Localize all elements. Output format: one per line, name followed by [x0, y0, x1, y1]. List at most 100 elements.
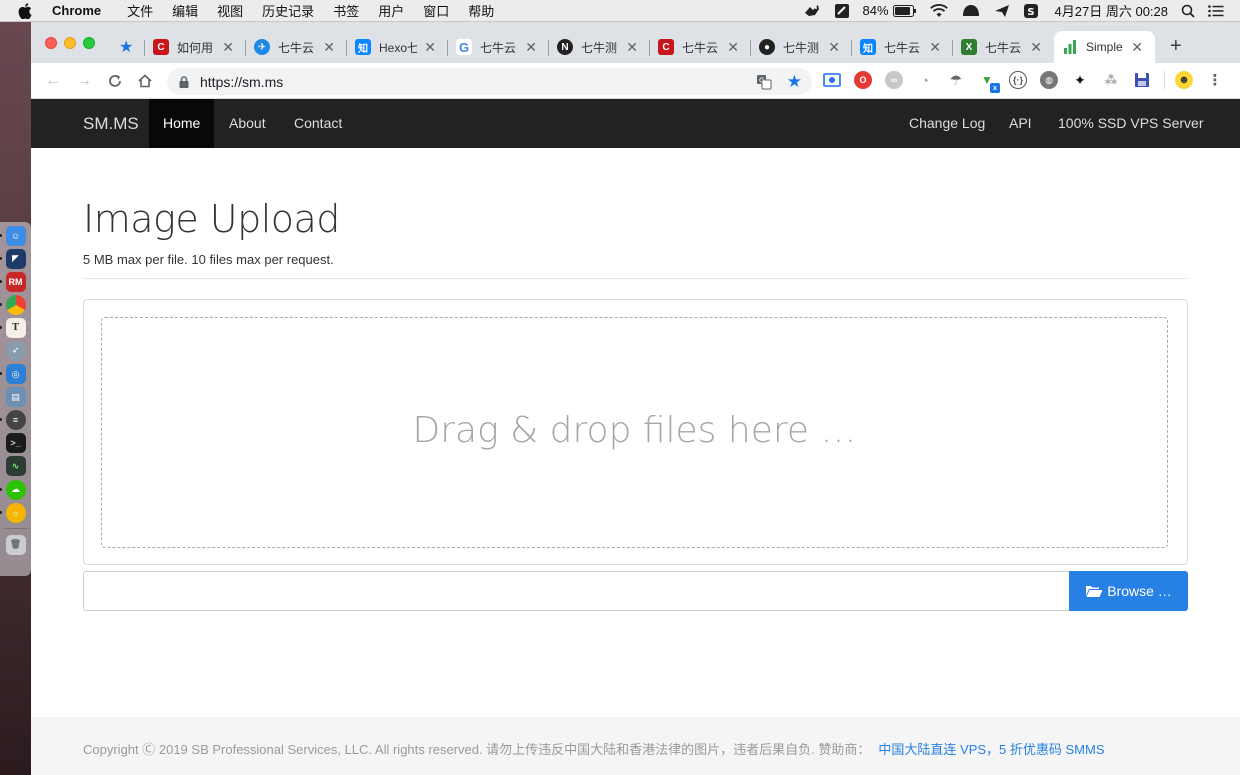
speed-extension-icon[interactable]: ◔	[916, 71, 934, 89]
launchpad-dock-icon[interactable]: ➶	[5, 340, 26, 361]
nav-contact[interactable]: Contact	[280, 99, 356, 148]
close-tab-icon[interactable]: ✕	[1030, 40, 1042, 54]
notification-center-icon[interactable]	[1208, 4, 1224, 17]
tab-google[interactable]: G 七牛云 ✕	[448, 31, 549, 63]
reload-icon[interactable]	[106, 72, 124, 90]
translate-icon[interactable]: G	[756, 74, 772, 93]
kiwi-extension-icon[interactable]: ✦	[1071, 71, 1089, 89]
svg-text:S: S	[1027, 7, 1034, 18]
tunnelblick-dock-icon[interactable]: ≡	[0, 410, 26, 431]
url-text[interactable]: https://sm.ms	[200, 74, 283, 90]
nav-home[interactable]: Home	[149, 99, 215, 148]
parachute-extension-icon[interactable]: ☂	[947, 71, 965, 89]
tab-github[interactable]: ● 七牛测 ✕	[751, 31, 852, 63]
browse-button[interactable]: Browse …	[1069, 571, 1188, 611]
tab-notion[interactable]: N 七牛测 ✕	[549, 31, 650, 63]
apple-icon[interactable]	[18, 2, 34, 19]
wifi-icon[interactable]	[929, 3, 948, 18]
home-icon[interactable]	[136, 72, 154, 90]
nav-about[interactable]: About	[215, 99, 280, 148]
send-status-icon[interactable]	[994, 4, 1010, 18]
tab-qiniu-1[interactable]: ✈ 七牛云 ✕	[246, 31, 347, 63]
menu-view[interactable]: 视图	[217, 1, 243, 20]
forward-arrow-icon[interactable]: →	[75, 72, 93, 90]
new-tab-button[interactable]: +	[1170, 36, 1182, 56]
trash-dock-icon[interactable]: 🗑	[5, 534, 26, 555]
rubymine-dock-icon[interactable]: RM	[0, 271, 26, 292]
spotlight-search-icon[interactable]	[1181, 4, 1195, 18]
nav-vps-server[interactable]: 100% SSD VPS Server	[1044, 99, 1218, 148]
wechat-dock-icon[interactable]: ☁	[0, 479, 26, 500]
tab-simple-active[interactable]: Simple ✕	[1054, 31, 1155, 63]
grey-extension-icon[interactable]: ∞	[885, 71, 903, 89]
screen-capture-extension-icon[interactable]	[823, 71, 841, 89]
tab-hexo[interactable]: 知 Hexo七 ✕	[347, 31, 448, 63]
site-navbar: SM.MS Home About Contact Change Log API …	[31, 99, 1240, 148]
profile-avatar[interactable]: ☻	[1175, 71, 1193, 89]
menu-bookmarks[interactable]: 书签	[333, 1, 359, 20]
chrome-dock-icon[interactable]	[0, 294, 26, 315]
close-tab-icon[interactable]: ✕	[323, 40, 335, 54]
tab-pinned-bookmark[interactable]: ★	[111, 31, 145, 63]
close-tab-icon[interactable]: ✕	[626, 40, 638, 54]
sitemap-extension-icon[interactable]: ⁂	[1102, 71, 1120, 89]
save-extension-icon[interactable]	[1133, 71, 1151, 89]
address-bar[interactable]: https://sm.ms G ★	[167, 68, 812, 95]
dock-separator	[4, 528, 27, 530]
clock[interactable]: 4月27日 周六 00:28	[1055, 1, 1168, 20]
extensions-bar: O ∞ ◔ ☂ ▼ x {·} ◍ ✦ ⁂ ☻ ⋮	[823, 71, 1237, 93]
picture-app-dock-icon[interactable]: ☼	[0, 502, 26, 523]
bird-status-icon[interactable]	[803, 3, 821, 19]
preview-dock-icon[interactable]: ▤	[5, 387, 26, 408]
nav-change-log[interactable]: Change Log	[895, 99, 999, 148]
menu-window[interactable]: 窗口	[423, 1, 449, 20]
octopus-extension-icon[interactable]: ◍	[1040, 71, 1058, 89]
drop-zone-text: Drag & drop files here …	[412, 410, 857, 451]
hat-status-icon[interactable]	[961, 4, 981, 18]
battery-icon[interactable]	[892, 4, 917, 17]
vscode-dock-icon[interactable]: ◤	[0, 248, 26, 269]
site-brand[interactable]: SM.MS	[83, 114, 139, 134]
tab-csdn-2[interactable]: C 七牛云 ✕	[650, 31, 751, 63]
csdn-icon: C	[658, 39, 674, 55]
maximize-window-button[interactable]	[83, 37, 95, 49]
menu-file[interactable]: 文件	[127, 1, 153, 20]
footer-copyright: Copyright Ⓒ 2019 SB Professional Service…	[83, 739, 1105, 758]
tab-zhihu[interactable]: 知 七牛云 ✕	[852, 31, 953, 63]
close-tab-icon[interactable]: ✕	[222, 40, 234, 54]
menu-app-chrome[interactable]: Chrome	[52, 3, 101, 18]
screenshot-status-icon[interactable]	[834, 3, 850, 19]
tab-title: 七牛云	[884, 40, 921, 55]
back-arrow-icon[interactable]: ←	[44, 72, 62, 90]
menu-help[interactable]: 帮助	[468, 1, 494, 20]
footer-sponsor-link[interactable]: 中国大陆直连 VPS，5 折优惠码 SMMS	[878, 742, 1104, 757]
app-store-dock-icon[interactable]: ◎	[0, 364, 26, 385]
close-tab-icon[interactable]: ✕	[1131, 40, 1143, 54]
s-app-status-icon[interactable]: S	[1023, 3, 1039, 19]
close-tab-icon[interactable]: ✕	[828, 40, 840, 54]
nav-api[interactable]: API	[995, 99, 1046, 148]
menu-history[interactable]: 历史记录	[262, 1, 314, 20]
typora-dock-icon[interactable]: T	[0, 317, 26, 338]
menu-kebab-icon[interactable]: ⋮	[1206, 71, 1224, 89]
bookmark-star-icon[interactable]: ★	[787, 72, 802, 92]
lock-icon[interactable]	[179, 75, 190, 88]
menu-edit[interactable]: 编辑	[172, 1, 198, 20]
close-tab-icon[interactable]: ✕	[929, 40, 941, 54]
tab-csdn-1[interactable]: C 如何用 ✕	[145, 31, 246, 63]
tab-excel[interactable]: X 七牛云 ✕	[953, 31, 1054, 63]
close-tab-icon[interactable]: ✕	[727, 40, 739, 54]
finder-dock-icon[interactable]: ☺	[0, 225, 26, 246]
close-tab-icon[interactable]: ✕	[424, 40, 436, 54]
drop-zone[interactable]: Drag & drop files here …	[101, 317, 1168, 548]
menu-people[interactable]: 用户	[378, 1, 404, 20]
code-extension-icon[interactable]: {·}	[1009, 71, 1027, 89]
terminal-dock-icon[interactable]: >_	[5, 433, 26, 454]
adblock-extension-icon[interactable]: O	[854, 71, 872, 89]
close-window-button[interactable]	[45, 37, 57, 49]
activity-monitor-dock-icon[interactable]: ∿	[5, 456, 26, 477]
minimize-window-button[interactable]	[64, 37, 76, 49]
close-tab-icon[interactable]: ✕	[525, 40, 537, 54]
vue-extension-icon[interactable]: ▼ x	[978, 71, 1000, 93]
file-name-field[interactable]	[83, 571, 1069, 611]
